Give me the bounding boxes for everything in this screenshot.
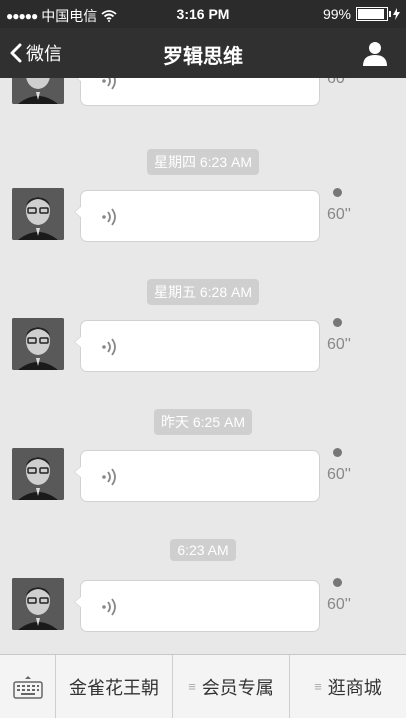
voice-duration: 60'' — [327, 206, 351, 223]
menu-item-label: 会员专属 — [201, 677, 274, 698]
menu-item-1[interactable]: ≡ 会员专属 — [173, 655, 290, 718]
menu-item-2[interactable]: ≡ 逛商城 — [290, 655, 406, 718]
unread-indicator — [333, 318, 342, 327]
unread-indicator — [333, 188, 342, 197]
voice-duration: 60'' — [327, 466, 351, 483]
voice-message-bubble[interactable] — [74, 450, 320, 502]
unread-indicator — [333, 448, 342, 457]
voice-icon — [102, 598, 116, 616]
avatar[interactable] — [12, 78, 64, 104]
menu-list-icon: ≡ — [314, 679, 322, 694]
status-right: 99% — [323, 6, 400, 22]
menu-item-label: 逛商城 — [327, 677, 382, 698]
menu-list-icon: ≡ — [188, 679, 196, 694]
voice-duration: 60'' — [327, 336, 351, 353]
voice-duration: 60'' — [327, 78, 351, 87]
timestamp: 昨天 6:25 AM — [0, 409, 406, 435]
charging-icon — [393, 8, 400, 20]
message-item: 60'' — [0, 578, 406, 634]
avatar[interactable] — [12, 578, 64, 630]
page-title: 罗辑思维 — [163, 46, 243, 68]
timestamp: 星期四 6:23 AM — [0, 149, 406, 175]
message-item: 60'' — [0, 78, 406, 108]
message-item: 60'' — [0, 448, 406, 504]
message-item: 60'' — [0, 188, 406, 244]
voice-message-bubble[interactable] — [74, 320, 320, 372]
avatar[interactable] — [12, 188, 64, 240]
chat-area[interactable]: 60'' 星期四 6:23 AM 60'' 星期五 6:28 AM 60'' 昨… — [0, 78, 406, 654]
voice-message-bubble[interactable] — [74, 190, 320, 242]
menu-item-label: 金雀花王朝 — [69, 677, 159, 698]
keyboard-toggle-button[interactable] — [0, 655, 56, 718]
avatar[interactable] — [12, 448, 64, 500]
unread-indicator — [333, 578, 342, 587]
voice-message-bubble[interactable] — [74, 580, 320, 632]
message-item: 60'' — [0, 318, 406, 374]
avatar[interactable] — [12, 318, 64, 370]
keyboard-icon — [12, 675, 43, 699]
timestamp-label: 昨天 6:25 AM — [153, 409, 253, 435]
timestamp-label: 星期五 6:28 AM — [146, 279, 260, 305]
voice-icon — [102, 468, 116, 486]
menu-item-0[interactable]: 金雀花王朝 — [56, 655, 173, 718]
voice-icon — [102, 338, 116, 356]
bottom-menu-bar: 金雀花王朝 ≡ 会员专属 ≡ 逛商城 — [0, 654, 406, 718]
timestamp-label: 6:23 AM — [170, 539, 236, 561]
timestamp: 6:23 AM — [0, 539, 406, 561]
voice-icon — [102, 78, 116, 90]
voice-icon — [102, 208, 116, 226]
profile-icon[interactable] — [362, 40, 388, 66]
voice-duration: 60'' — [327, 596, 351, 613]
status-bar: ●●●●● 中国电信 3:16 PM 99% — [0, 0, 406, 28]
timestamp: 星期五 6:28 AM — [0, 279, 406, 305]
battery-icon — [356, 7, 391, 21]
timestamp-label: 星期四 6:23 AM — [146, 149, 260, 175]
voice-message-bubble[interactable] — [74, 78, 320, 106]
battery-percent: 99% — [322, 6, 351, 22]
nav-bar: 微信 罗辑思维 — [0, 28, 406, 78]
